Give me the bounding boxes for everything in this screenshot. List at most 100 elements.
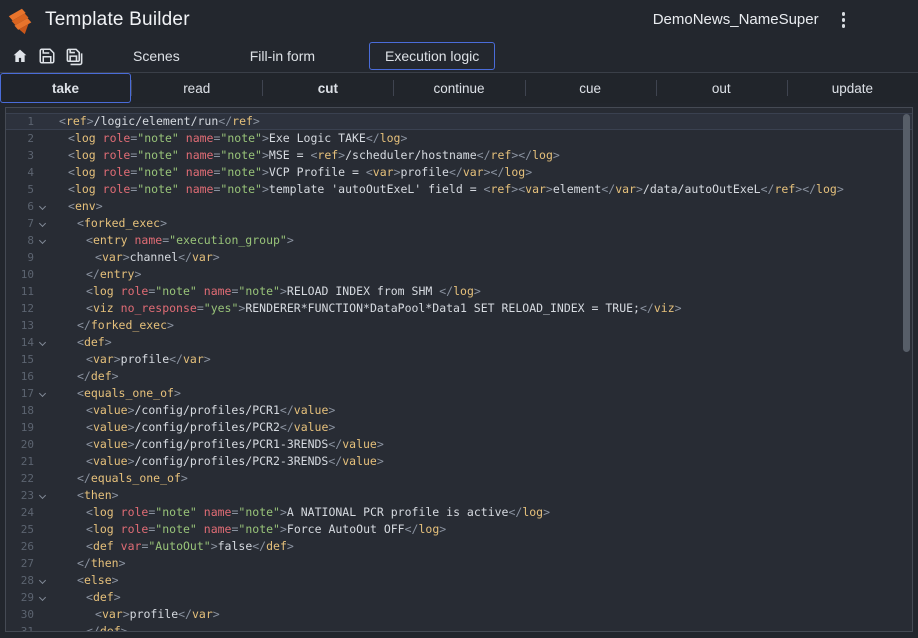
code-line-16[interactable]: 16</def> xyxy=(6,368,912,385)
code-line-7[interactable]: 7<forked_exec> xyxy=(6,215,912,232)
fold-toggle-icon[interactable] xyxy=(36,487,51,504)
code-text: <then> xyxy=(51,487,119,504)
logic-tab-read[interactable]: read xyxy=(131,73,262,103)
logic-tab-out[interactable]: out xyxy=(656,73,787,103)
fold-gutter xyxy=(36,113,51,130)
save-all-icon xyxy=(65,47,84,66)
code-line-27[interactable]: 27</then> xyxy=(6,555,912,572)
fold-gutter xyxy=(36,368,51,385)
logic-tab-update[interactable]: update xyxy=(787,73,918,103)
code-line-2[interactable]: 2<log role="note" name="note">Exe Logic … xyxy=(6,130,912,147)
line-number: 5 xyxy=(6,181,36,198)
code-text: </def> xyxy=(51,623,128,632)
line-number: 22 xyxy=(6,470,36,487)
line-number: 30 xyxy=(6,606,36,623)
code-line-8[interactable]: 8<entry name="execution_group"> xyxy=(6,232,912,249)
save-all-button[interactable] xyxy=(62,44,86,68)
code-text: </entry> xyxy=(51,266,141,283)
fold-gutter xyxy=(36,351,51,368)
fold-gutter xyxy=(36,555,51,572)
fold-gutter xyxy=(36,623,51,632)
code-text: <log role="note" name="note">MSE = <ref>… xyxy=(51,147,560,164)
fold-gutter xyxy=(36,453,51,470)
page-title: Template Builder xyxy=(45,9,190,31)
fold-toggle-icon[interactable] xyxy=(36,198,51,215)
code-line-22[interactable]: 22 </equals_one_of> xyxy=(6,470,912,487)
fold-gutter xyxy=(36,470,51,487)
line-number: 9 xyxy=(6,249,36,266)
home-button[interactable] xyxy=(8,44,32,68)
code-text: <log role="note" name="note">VCP Profile… xyxy=(51,164,532,181)
view-tab-fill-in-form[interactable]: Fill-in form xyxy=(234,42,331,70)
code-text: <value>/config/profiles/PCR2</value> xyxy=(51,419,335,436)
fold-toggle-icon[interactable] xyxy=(36,589,51,606)
code-line-30[interactable]: 30<var>profile</var> xyxy=(6,606,912,623)
line-number: 28 xyxy=(6,572,36,589)
code-text: <log role="note" name="note">RELOAD INDE… xyxy=(51,283,481,300)
code-text: </equals_one_of> xyxy=(51,470,188,487)
code-line-29[interactable]: 29<def> xyxy=(6,589,912,606)
code-line-23[interactable]: 23<then> xyxy=(6,487,912,504)
code-line-18[interactable]: 18<value>/config/profiles/PCR1</value> xyxy=(6,402,912,419)
code-line-31[interactable]: 31 </def> xyxy=(6,623,912,632)
fold-toggle-icon[interactable] xyxy=(36,385,51,402)
app-header: Template Builder DemoNews_NameSuper xyxy=(0,0,918,40)
code-line-3[interactable]: 3<log role="note" name="note">MSE = <ref… xyxy=(6,147,912,164)
code-area: 1<ref>/logic/element/run</ref>2<log role… xyxy=(6,108,912,632)
fold-gutter xyxy=(36,538,51,555)
code-line-6[interactable]: 6<env> xyxy=(6,198,912,215)
code-text: </def> xyxy=(51,368,119,385)
fold-toggle-icon[interactable] xyxy=(36,232,51,249)
fold-gutter xyxy=(36,181,51,198)
view-tab-execution-logic[interactable]: Execution logic xyxy=(369,42,495,70)
code-line-15[interactable]: 15 <var>profile</var> xyxy=(6,351,912,368)
line-number: 6 xyxy=(6,198,36,215)
logic-tab-cue[interactable]: cue xyxy=(525,73,656,103)
code-line-1[interactable]: 1<ref>/logic/element/run</ref> xyxy=(6,113,912,130)
fold-gutter xyxy=(36,317,51,334)
code-line-14[interactable]: 14<def> xyxy=(6,334,912,351)
line-number: 2 xyxy=(6,130,36,147)
save-button[interactable] xyxy=(35,44,59,68)
code-line-12[interactable]: 12<viz no_response="yes">RENDERER*FUNCTI… xyxy=(6,300,912,317)
logic-tab-continue[interactable]: continue xyxy=(393,73,524,103)
line-number: 11 xyxy=(6,283,36,300)
fold-toggle-icon[interactable] xyxy=(36,572,51,589)
fold-toggle-icon[interactable] xyxy=(36,334,51,351)
code-editor[interactable]: 1<ref>/logic/element/run</ref>2<log role… xyxy=(5,107,913,632)
code-line-17[interactable]: 17<equals_one_of> xyxy=(6,385,912,402)
save-icon xyxy=(38,47,56,65)
line-number: 1 xyxy=(6,113,36,130)
vertical-scrollbar-thumb[interactable] xyxy=(903,114,910,352)
logic-tab-cut[interactable]: cut xyxy=(262,73,393,103)
fold-toggle-icon[interactable] xyxy=(36,215,51,232)
code-text: <var>profile</var> xyxy=(51,351,211,368)
code-line-10[interactable]: 10</entry> xyxy=(6,266,912,283)
logic-tab-take[interactable]: take xyxy=(0,73,131,103)
project-name: DemoNews_NameSuper xyxy=(653,11,819,28)
code-text: <def> xyxy=(51,589,121,606)
line-number: 15 xyxy=(6,351,36,368)
code-line-26[interactable]: 26<def var="AutoOut">false</def> xyxy=(6,538,912,555)
code-line-28[interactable]: 28<else> xyxy=(6,572,912,589)
view-tab-scenes[interactable]: Scenes xyxy=(117,42,196,70)
code-line-21[interactable]: 21 <value>/config/profiles/PCR2-3RENDS</v… xyxy=(6,453,912,470)
code-line-11[interactable]: 11 <log role="note" name="note">RELOAD IN… xyxy=(6,283,912,300)
fold-gutter xyxy=(36,606,51,623)
kebab-menu-icon[interactable] xyxy=(839,9,848,30)
code-line-5[interactable]: 5<log role="note" name="note">template '… xyxy=(6,181,912,198)
code-line-20[interactable]: 20<value>/config/profiles/PCR1-3RENDS</v… xyxy=(6,436,912,453)
code-line-13[interactable]: 13</forked_exec> xyxy=(6,317,912,334)
code-line-4[interactable]: 4 <log role="note" name="note">VCP Profil… xyxy=(6,164,912,181)
code-text: <value>/config/profiles/PCR2-3RENDS</val… xyxy=(51,453,384,470)
code-line-19[interactable]: 19<value>/config/profiles/PCR2</value> xyxy=(6,419,912,436)
code-line-24[interactable]: 24<log role="note" name="note">A NATIONA… xyxy=(6,504,912,521)
line-number: 21 xyxy=(6,453,36,470)
line-number: 24 xyxy=(6,504,36,521)
code-text: <forked_exec> xyxy=(51,215,167,232)
line-number: 4 xyxy=(6,164,36,181)
line-number: 31 xyxy=(6,623,36,632)
code-line-9[interactable]: 9<var>channel</var> xyxy=(6,249,912,266)
fold-gutter xyxy=(36,283,51,300)
code-line-25[interactable]: 25<log role="note" name="note">Force Aut… xyxy=(6,521,912,538)
